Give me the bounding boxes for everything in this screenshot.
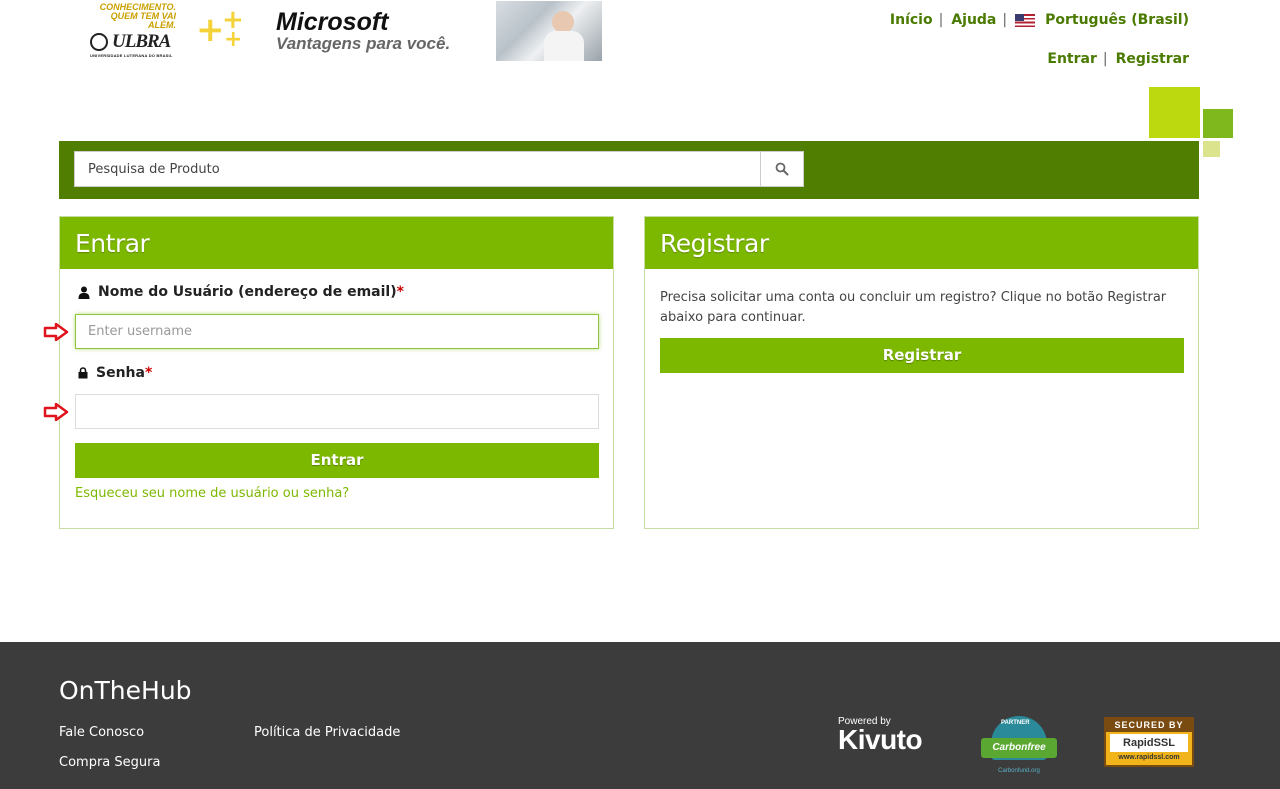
- red-arrow-icon: [43, 403, 69, 421]
- decor-square: [1203, 109, 1233, 138]
- kivuto-logo[interactable]: Powered by Kivuto: [838, 716, 938, 755]
- password-label-text: Senha: [96, 365, 145, 381]
- carbonfree-partner: PARTNER: [1001, 720, 1030, 726]
- nav-signin-link[interactable]: Entrar: [1047, 51, 1096, 67]
- nav-home-link[interactable]: Início: [890, 12, 933, 28]
- search-bar: [59, 141, 1199, 199]
- password-input[interactable]: [75, 394, 599, 429]
- username-label-text: Nome do Usuário (endereço de email): [98, 284, 397, 300]
- product-search-input[interactable]: [74, 151, 761, 187]
- footer-title: OnTheHub: [59, 676, 192, 705]
- register-panel-title: Registrar: [645, 217, 1198, 269]
- username-label: Nome do Usuário (endereço de email) *: [78, 284, 404, 300]
- register-button[interactable]: Registrar: [660, 338, 1184, 373]
- register-panel: Registrar Precisa solicitar uma conta ou…: [644, 216, 1199, 529]
- nav-help-link[interactable]: Ajuda: [951, 12, 996, 28]
- top-nav: Início | Ajuda | Português (Brasil): [890, 12, 1189, 28]
- kivuto-name: Kivuto: [838, 724, 923, 755]
- decor-square: [1149, 87, 1200, 138]
- rapidssl-badge[interactable]: SECURED BY RapidSSL www.rapidssl.com: [1104, 717, 1194, 767]
- language-selector[interactable]: Português (Brasil): [1045, 12, 1189, 28]
- rapidssl-url: www.rapidssl.com: [1118, 754, 1180, 761]
- nav-separator: |: [1102, 51, 1108, 67]
- nav-separator: |: [938, 12, 944, 28]
- password-label: Senha *: [78, 365, 152, 381]
- ulbra-logo: CONHECIMENTO. QUEM TEM VAI ALÉM. ULBRA U…: [86, 1, 186, 61]
- ulbra-fullname: UNIVERSIDADE LUTERANA DO BRASIL: [90, 53, 173, 58]
- required-mark: *: [396, 284, 404, 300]
- us-flag-icon: [1015, 13, 1036, 27]
- search-icon: [775, 162, 789, 176]
- rapidssl-name: RapidSSL: [1110, 734, 1188, 752]
- secure-purchase-link[interactable]: Compra Segura: [59, 755, 160, 770]
- footer: OnTheHub Fale Conosco Política de Privac…: [0, 642, 1280, 789]
- decor-square: [1203, 141, 1220, 157]
- ulbra-name: ULBRA: [112, 31, 171, 52]
- contact-link[interactable]: Fale Conosco: [59, 725, 144, 740]
- lock-icon: [78, 367, 88, 379]
- register-description: Precisa solicitar uma conta ou concluir …: [660, 290, 1167, 325]
- login-panel-title: Entrar: [60, 217, 613, 269]
- ulbra-seal-icon: [90, 33, 108, 51]
- carbonfree-url: Carbonfund.org: [998, 768, 1040, 774]
- carbonfree-badge[interactable]: PARTNER Carbonfree Carbonfund.org: [981, 716, 1057, 778]
- privacy-link[interactable]: Política de Privacidade: [254, 725, 400, 740]
- ulbra-tagline: CONHECIMENTO. QUEM TEM VAI ALÉM.: [99, 2, 176, 30]
- carbonfree-label: Carbonfree: [981, 738, 1057, 758]
- forgot-credentials-link[interactable]: Esqueceu seu nome de usuário ou senha?: [75, 486, 349, 501]
- plus-icon: +: [196, 10, 225, 50]
- brand-subtitle: Vantagens para você.: [276, 34, 451, 53]
- header-banner: CONHECIMENTO. QUEM TEM VAI ALÉM. ULBRA U…: [86, 0, 614, 62]
- login-submit-button[interactable]: Entrar: [75, 443, 599, 478]
- username-input[interactable]: [75, 314, 599, 349]
- brand-text: Microsoft Vantagens para você.: [276, 9, 496, 53]
- rapidssl-secured: SECURED BY: [1106, 719, 1192, 732]
- login-panel: Entrar Nome do Usuário (endereço de emai…: [43, 216, 614, 529]
- banner-photo: [496, 1, 602, 61]
- brand-title: Microsoft: [276, 8, 389, 36]
- plus-icon: +: [224, 27, 243, 52]
- nav-separator: |: [1002, 12, 1008, 28]
- required-mark: *: [144, 365, 153, 381]
- account-nav: Entrar | Registrar: [1047, 51, 1189, 67]
- nav-register-link[interactable]: Registrar: [1116, 51, 1189, 67]
- user-icon: [78, 286, 90, 299]
- plus-decoration: + + +: [186, 1, 276, 61]
- search-button[interactable]: [760, 151, 804, 187]
- red-arrow-icon: [43, 323, 69, 341]
